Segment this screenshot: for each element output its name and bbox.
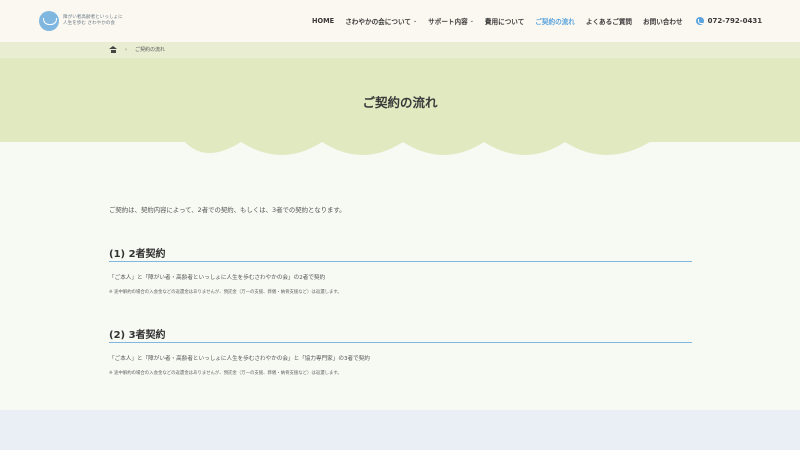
nav-item-label: HOME (312, 17, 335, 25)
nav-item-label: さわやかの会について (345, 18, 411, 26)
home-icon[interactable] (109, 46, 117, 53)
nav-item-fees[interactable]: 費用について (485, 16, 524, 26)
logo-text: 障がい者高齢者といっしょに 人生を歩む さわやかの会 (63, 15, 123, 27)
section-heading-two-party: (1) 2者契約 (109, 249, 166, 260)
footer-band (0, 410, 800, 450)
scallop-decoration (0, 138, 800, 155)
section-rule (109, 342, 692, 343)
breadcrumb-current: ご契約の流れ (135, 47, 166, 53)
intro-text: ご契約は、契約内容によって、2者での契約、もしくは、3者での契約となります。 (109, 206, 346, 214)
nav-item-faq[interactable]: よくあるご質問 (586, 16, 632, 26)
section-text-three-party: 「ご本人」と「障がい者・高齢者といっしょに人生を歩むさわやかの会」と「協力専門家… (109, 356, 370, 362)
nav-item-label: よくあるご質問 (585, 18, 633, 26)
nav-item-label: 費用について (484, 18, 525, 26)
nav-item-contact[interactable]: お問い合わせ (643, 16, 683, 26)
breadcrumb-bar: › ご契約の流れ (0, 42, 800, 58)
page-title: ご契約の流れ (362, 95, 438, 110)
phone-link[interactable]: 072-792-0431 (695, 17, 763, 25)
site-header: 障がい者高齢者といっしょに 人生を歩む さわやかの会 HOME さわやかの会につ… (0, 0, 800, 42)
chevron-down-icon: ⌄ (412, 18, 418, 24)
nav-item-about[interactable]: さわやかの会について ⌄ (345, 16, 417, 26)
section-note-two-party: ※ 途中解約の場合の入会金などの返還金はありませんが、預託金（万一の支援、葬儀・… (109, 290, 342, 295)
chevron-down-icon: ⌄ (469, 18, 474, 24)
section-rule (109, 261, 692, 262)
page-title-band: ご契約の流れ (0, 58, 800, 142)
nav-item-label: サポート内容 (428, 18, 468, 26)
section-note-three-party: ※ 途中解約の場合の入会金などの返還金はありませんが、預託金（万一の支援、葬儀・… (109, 371, 342, 376)
logo-line-2: 人生を歩む さわやかの会 (63, 21, 115, 26)
phone-icon (695, 17, 704, 25)
nav-item-support[interactable]: サポート内容 ⌄ (428, 16, 474, 26)
nav-item-home[interactable]: HOME (312, 17, 334, 25)
logo-mark-icon (39, 11, 59, 31)
phone-number: 072-792-0431 (707, 17, 763, 25)
breadcrumb-separator: › (125, 46, 127, 53)
site-logo[interactable]: 障がい者高齢者といっしょに 人生を歩む さわやかの会 (39, 11, 123, 31)
section-text-two-party: 「ご本人」と「障がい者・高齢者といっしょに人生を歩むさわやかの会」の2者で契約 (109, 275, 326, 281)
nav-item-label: お問い合わせ (643, 18, 683, 26)
nav-item-contract-flow[interactable]: ご契約の流れ (535, 16, 575, 26)
nav-item-label: ご契約の流れ (535, 18, 575, 26)
breadcrumb: › ご契約の流れ (109, 46, 165, 53)
section-heading-three-party: (2) 3者契約 (109, 330, 166, 341)
main-nav: HOME さわやかの会について ⌄ サポート内容 ⌄ 費用について ご契約の流れ… (312, 16, 762, 26)
